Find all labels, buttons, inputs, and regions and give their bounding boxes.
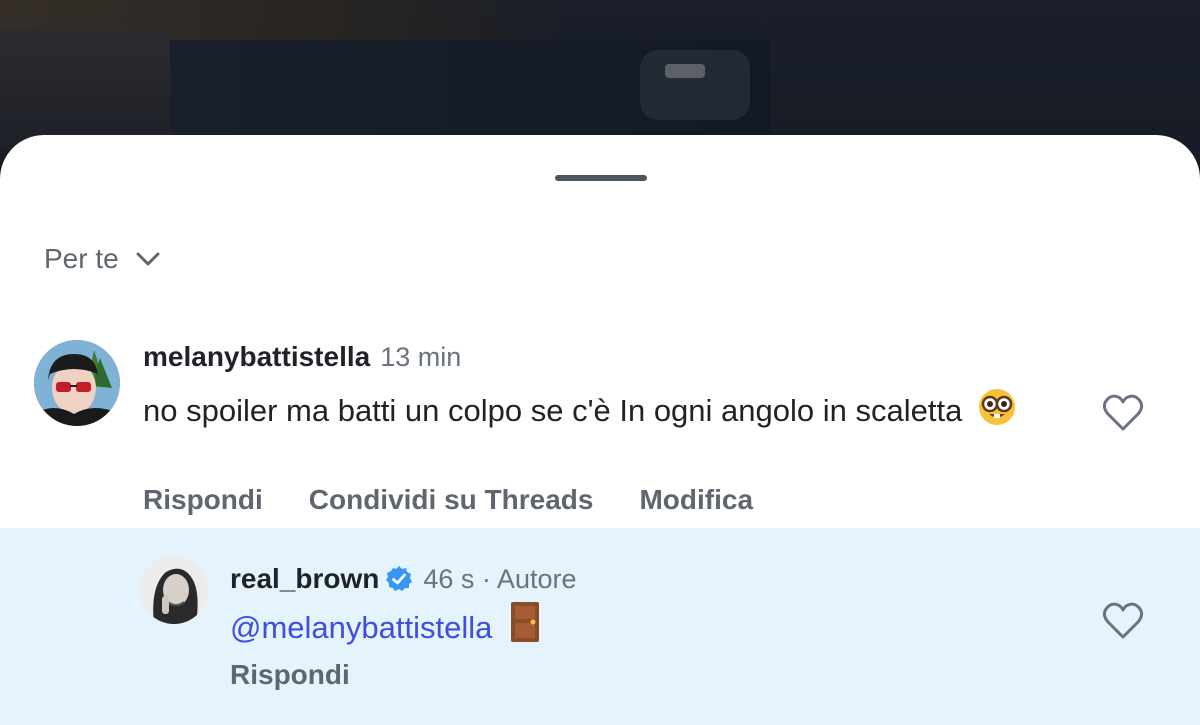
nerd-face-emoji-icon [978,389,1015,425]
reply-item: real_brown 46 s · Autore @melanybattiste… [0,528,1200,725]
edit-button[interactable]: Modifica [639,484,753,516]
sort-label: Per te [44,243,119,274]
heart-icon[interactable] [1100,598,1146,644]
comment-username[interactable]: melanybattistella [143,341,370,373]
sort-dropdown[interactable]: Per te [44,243,163,275]
avatar[interactable] [140,556,208,624]
background-shape [0,30,170,150]
comment-item: melanybattistella 13 min no spoiler ma b… [0,335,1200,525]
comment-text: no spoiler ma batti un colpo se c'è In o… [143,387,1043,431]
reply-username[interactable]: real_brown [230,563,379,595]
comment-actions: Rispondi Condividi su Threads Modifica [143,484,753,516]
mention-link[interactable]: @melanybattistella [230,610,492,645]
avatar-image [140,556,208,624]
background-object [640,50,750,120]
comment-body: no spoiler ma batti un colpo se c'è In o… [143,393,963,428]
background-object [665,64,705,78]
comment-meta: melanybattistella 13 min [143,341,461,373]
comment-timestamp: 13 min [380,342,462,372]
chevron-down-icon [136,252,160,266]
heart-icon[interactable] [1100,390,1146,436]
share-threads-button[interactable]: Condividi su Threads [309,484,594,516]
drag-handle[interactable] [555,175,647,181]
reply-button[interactable]: Rispondi [143,484,263,516]
reply-meta: real_brown 46 s · Autore [230,563,576,595]
reply-button[interactable]: Rispondi [230,659,350,691]
avatar[interactable] [34,340,120,426]
reply-actions: Rispondi [230,659,350,691]
avatar-image [34,340,120,426]
reply-timestamp: 46 s · Autore [423,564,577,594]
reply-text: @melanybattistella [230,600,1030,648]
door-emoji-icon [511,602,539,642]
verified-badge-icon [386,566,413,591]
comments-sheet: Per te melanybattistella 13 min no spoil… [0,135,1200,725]
